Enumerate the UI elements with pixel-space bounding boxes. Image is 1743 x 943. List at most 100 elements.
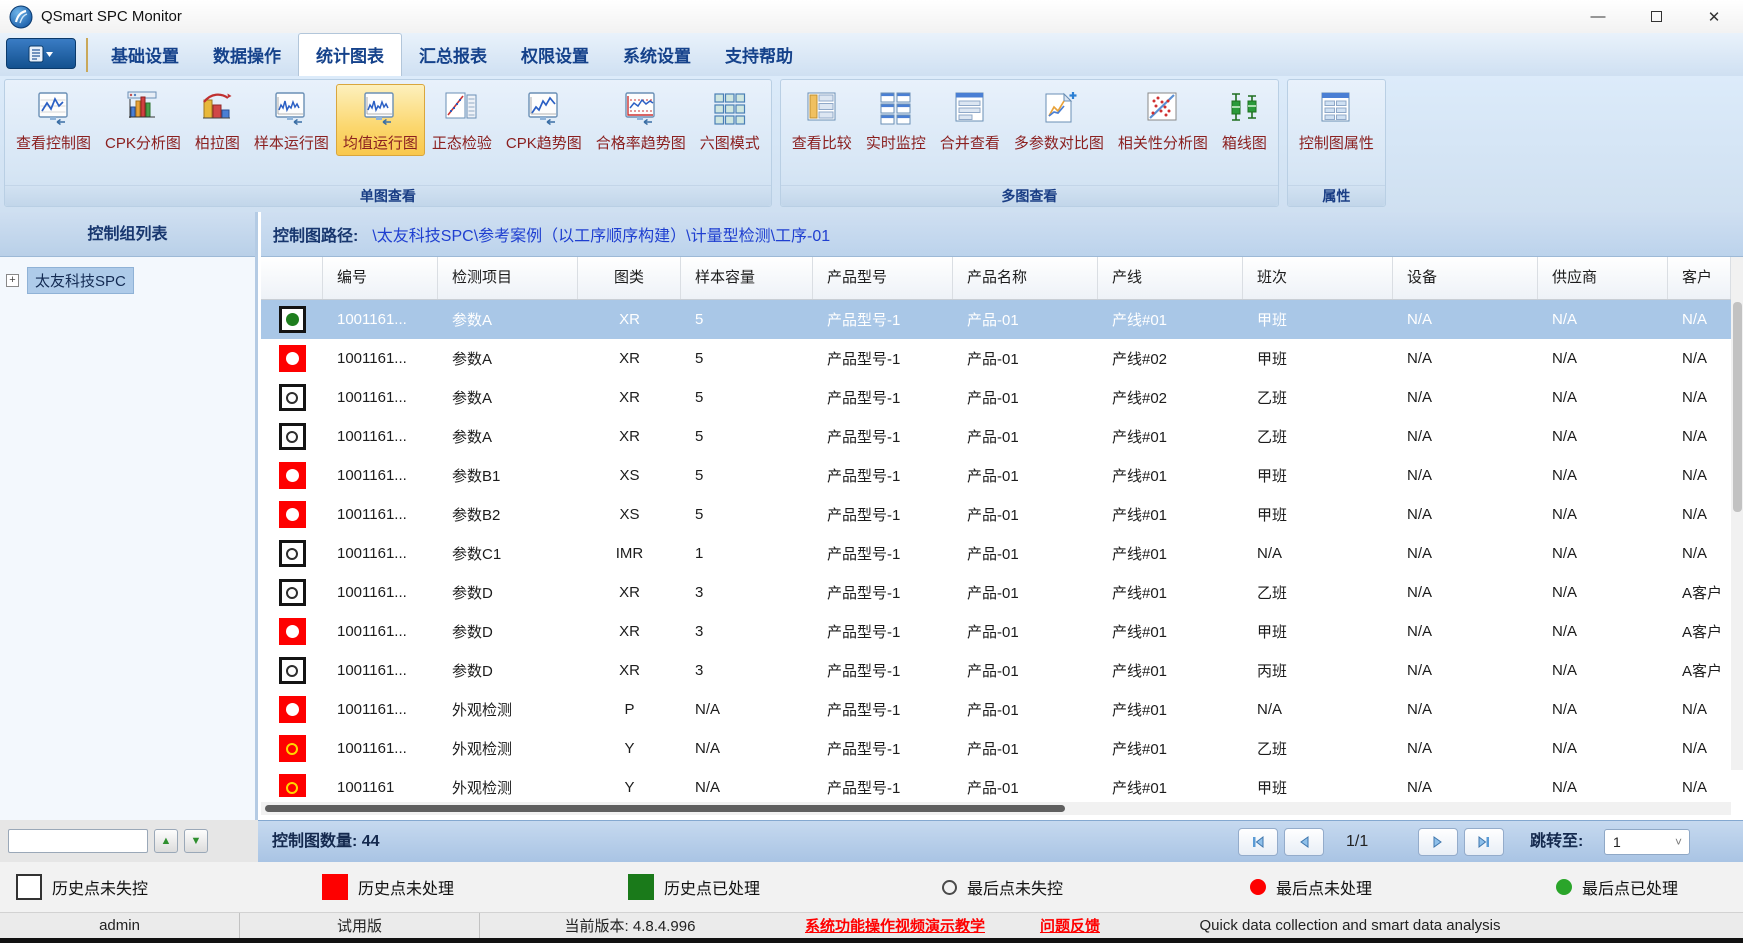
cpk-analysis-chart-button[interactable]: CPK分析图 — [98, 84, 188, 156]
realtime-monitor-label: 实时监控 — [866, 132, 926, 153]
last-page-button[interactable] — [1464, 828, 1504, 856]
group-filter-input[interactable] — [8, 829, 148, 853]
tree-node[interactable]: + 太友科技SPC — [6, 267, 255, 294]
column-header-客户[interactable]: 客户 — [1668, 257, 1731, 299]
table-row[interactable]: 1001161...参数AXR5产品型号-1产品-01产线#02甲班N/AN/A… — [261, 339, 1731, 378]
horizontal-scrollbar[interactable] — [261, 802, 1731, 815]
ribbon-group-1-buttons: 查看比较实时监控合并查看多参数对比图相关性分析图箱线图 — [781, 80, 1278, 185]
box-plot-button[interactable]: 箱线图 — [1215, 84, 1274, 156]
table-row[interactable]: 1001161...参数DXR3产品型号-1产品-01产线#01丙班N/AN/A… — [261, 651, 1731, 690]
tab-system-settings[interactable]: 系统设置 — [606, 34, 708, 76]
sample-run-chart-label: 样本运行图 — [254, 132, 329, 153]
pareto-chart-button[interactable]: 柏拉图 — [188, 84, 247, 156]
column-header-产品名称[interactable]: 产品名称 — [953, 257, 1098, 299]
table-row[interactable]: 1001161...参数B2XS5产品型号-1产品-01产线#01甲班N/AN/… — [261, 495, 1731, 534]
table-row[interactable]: 1001161...参数DXR3产品型号-1产品-01产线#01甲班N/AN/A… — [261, 612, 1731, 651]
control-chart-properties-label: 控制图属性 — [1299, 132, 1374, 153]
close-button[interactable]: ✕ — [1685, 0, 1743, 33]
table-row[interactable]: 1001161...外观检测YN/A产品型号-1产品-01产线#01乙班N/AN… — [261, 729, 1731, 768]
sample-run-chart-button[interactable]: 样本运行图 — [247, 84, 336, 156]
table-row[interactable]: 1001161...参数B1XS5产品型号-1产品-01产线#01甲班N/AN/… — [261, 456, 1731, 495]
merged-view-button[interactable]: 合并查看 — [933, 84, 1007, 156]
tab-summary-reports[interactable]: 汇总报表 — [402, 34, 504, 76]
pass-rate-trend-chart-button[interactable]: 合格率趋势图 — [589, 84, 693, 156]
tree-expand-icon[interactable]: + — [6, 274, 19, 287]
table-row[interactable]: 1001161...参数AXR5产品型号-1产品-01产线#01乙班N/AN/A… — [261, 417, 1731, 456]
column-header-班次[interactable]: 班次 — [1243, 257, 1393, 299]
table-row[interactable]: 1001161...参数C1IMR1产品型号-1产品-01产线#01N/AN/A… — [261, 534, 1731, 573]
move-up-button[interactable]: ▲ — [154, 829, 178, 853]
merged-view-label: 合并查看 — [940, 132, 1000, 153]
tab-permission-settings[interactable]: 权限设置 — [504, 34, 606, 76]
tab-basic-settings[interactable]: 基础设置 — [94, 34, 196, 76]
cell-device: N/A — [1393, 350, 1538, 367]
previous-page-button[interactable] — [1284, 828, 1324, 856]
legend-last-in-control-swatch-icon — [942, 880, 957, 895]
view-control-chart-button[interactable]: 查看控制图 — [9, 84, 98, 156]
column-header-检测项目[interactable]: 检测项目 — [438, 257, 578, 299]
tutorial-link[interactable]: 系统功能操作视频演示教学 — [805, 915, 985, 936]
tree-node-label[interactable]: 太友科技SPC — [27, 267, 134, 294]
column-header-供应商[interactable]: 供应商 — [1538, 257, 1668, 299]
merge-view-icon — [950, 89, 990, 129]
horizontal-scrollbar-thumb[interactable] — [265, 805, 1065, 812]
column-header-样本容量[interactable]: 样本容量 — [681, 257, 813, 299]
status-cell — [261, 735, 323, 762]
cell-sample_size: 5 — [681, 311, 813, 328]
column-header-图类[interactable]: 图类 — [578, 257, 681, 299]
cell-chart_type: XR — [578, 350, 681, 367]
next-page-button[interactable] — [1418, 828, 1458, 856]
control-group-panel: 控制组列表 + 太友科技SPC — [0, 212, 258, 820]
column-header-编号[interactable]: 编号 — [323, 257, 438, 299]
correlation-analysis-chart-button[interactable]: 相关性分析图 — [1111, 84, 1215, 156]
cell-device: N/A — [1393, 506, 1538, 523]
vertical-scrollbar-thumb[interactable] — [1733, 302, 1742, 512]
tab-support-help[interactable]: 支持帮助 — [708, 34, 810, 76]
column-header-产线[interactable]: 产线 — [1098, 257, 1243, 299]
jump-to-dropdown[interactable]: 1 ˅ — [1604, 829, 1690, 855]
cell-shift: 甲班 — [1243, 465, 1393, 486]
cell-id: 1001161... — [323, 740, 438, 757]
vertical-scrollbar[interactable] — [1731, 257, 1743, 770]
cell-shift: N/A — [1243, 545, 1393, 562]
view-compare-button[interactable]: 查看比较 — [785, 84, 859, 156]
app-menu-button[interactable] — [6, 38, 76, 69]
main-area: 控制组列表 + 太友科技SPC 控制图路径: \太友科技SPC\参考案例（以工序… — [0, 212, 1743, 820]
column-header-status[interactable] — [261, 257, 323, 299]
column-header-设备[interactable]: 设备 — [1393, 257, 1538, 299]
tab-data-operations[interactable]: 数据操作 — [196, 34, 298, 76]
mean-run-chart-button[interactable]: 均值运行图 — [336, 84, 425, 156]
cell-item: 参数A — [438, 387, 578, 408]
tab-statistical-charts[interactable]: 统计图表 — [298, 33, 402, 76]
status-slogan: Quick data collection and smart data ana… — [1130, 913, 1570, 938]
cell-line: 产线#01 — [1098, 660, 1243, 681]
control-chart-properties-button[interactable]: 控制图属性 — [1292, 84, 1381, 156]
status-cell — [261, 696, 323, 723]
cpk-trend-chart-button[interactable]: CPK趋势图 — [499, 84, 589, 156]
table-row[interactable]: 1001161...参数AXR5产品型号-1产品-01产线#02乙班N/AN/A… — [261, 378, 1731, 417]
maximize-button[interactable] — [1627, 0, 1685, 33]
table-row[interactable]: 1001161...外观检测PN/A产品型号-1产品-01产线#01N/AN/A… — [261, 690, 1731, 729]
column-header-产品型号[interactable]: 产品型号 — [813, 257, 953, 299]
cell-device: N/A — [1393, 740, 1538, 757]
realtime-monitor-button[interactable]: 实时监控 — [859, 84, 933, 156]
table-row[interactable]: 1001161...参数AXR5产品型号-1产品-01产线#01甲班N/AN/A… — [261, 300, 1731, 339]
six-chart-mode-button[interactable]: 六图模式 — [693, 84, 767, 156]
cell-supplier: N/A — [1538, 350, 1668, 367]
normality-test-button[interactable]: 正态检验 — [425, 84, 499, 156]
status-cell — [261, 462, 323, 489]
multi-parameter-compare-chart-button[interactable]: 多参数对比图 — [1007, 84, 1111, 156]
minimize-button[interactable]: — — [1569, 0, 1627, 33]
chevron-down-icon: ˅ — [1675, 835, 1689, 849]
table-row[interactable]: 1001161...参数DXR3产品型号-1产品-01产线#01乙班N/AN/A… — [261, 573, 1731, 612]
status-square-icon — [279, 579, 306, 606]
ribbon-group-0: 查看控制图CPK分析图柏拉图样本运行图均值运行图正态检验CPK趋势图合格率趋势图… — [4, 79, 772, 207]
first-page-button[interactable] — [1238, 828, 1278, 856]
menu-tabs: 基础设置数据操作统计图表汇总报表权限设置系统设置支持帮助 — [94, 33, 810, 76]
cell-customer: N/A — [1668, 740, 1731, 757]
feedback-link[interactable]: 问题反馈 — [1040, 915, 1100, 936]
table-row[interactable]: 1001161外观检测YN/A产品型号-1产品-01产线#01甲班N/AN/AN… — [261, 768, 1731, 797]
cell-customer: A客户 — [1668, 660, 1731, 681]
move-down-button[interactable]: ▼ — [184, 829, 208, 853]
cell-line: 产线#01 — [1098, 582, 1243, 603]
